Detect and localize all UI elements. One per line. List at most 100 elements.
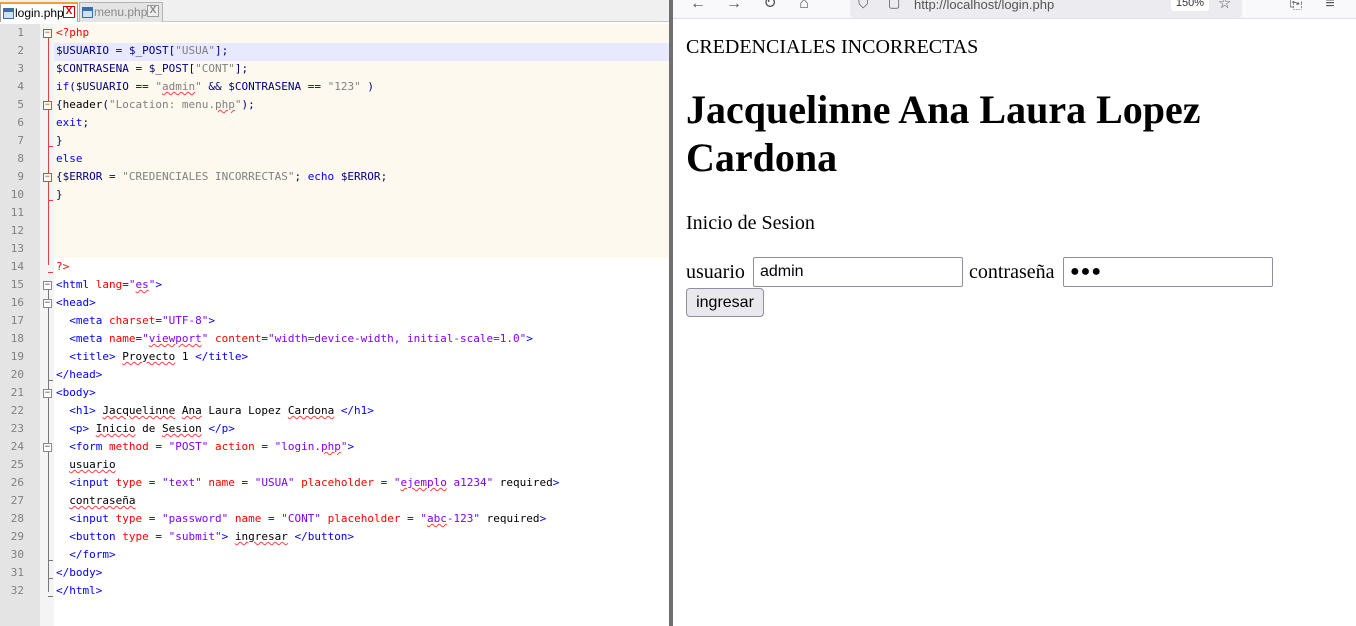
code-line[interactable]: 10} (0, 186, 669, 204)
code-token: type (115, 512, 143, 525)
code-token: ) (360, 80, 374, 93)
code-text[interactable]: $CONTRASENA = $_POST["CONT"]; (56, 60, 248, 78)
code-text[interactable]: $USUARIO = $_POST["USUA"]; (56, 42, 228, 60)
code-line[interactable]: 15 <html lang="es"> (0, 276, 669, 294)
code-text[interactable]: <meta charset="UTF-8"> (56, 312, 215, 330)
code-line[interactable]: 19 <title> Proyecto 1 </title> (0, 348, 669, 366)
code-text[interactable]: } (56, 186, 63, 204)
url-bar[interactable]: ⛉ ▢ http://localhost/login.php 150% ☆ (850, 0, 1242, 18)
code-line[interactable]: 22 <h1> Jacquelinne Ana Laura Lopez Card… (0, 402, 669, 420)
code-text[interactable]: usuario (56, 456, 115, 474)
lock-icon[interactable]: ▢ (888, 0, 900, 11)
code-line[interactable]: 2 $USUARIO = $_POST["USUA"]; (0, 42, 669, 60)
code-token: = (155, 314, 162, 327)
code-line[interactable]: 30 </form> (0, 546, 669, 564)
back-arrow-icon[interactable]: ← (687, 0, 709, 16)
code-line[interactable]: 18 <meta name="viewport" content="width=… (0, 330, 669, 348)
code-text[interactable]: <input type = "password" name = "CONT" p… (56, 510, 546, 528)
code-line[interactable]: 11 (0, 204, 669, 222)
star-icon[interactable]: ☆ (1218, 0, 1231, 12)
code-line[interactable]: 31 </body> (0, 564, 669, 582)
code-text[interactable]: <head> (56, 294, 96, 312)
menu-icon[interactable]: ≡ (1319, 0, 1341, 16)
code-line[interactable]: 24 <form method = "POST" action = "login… (0, 438, 669, 456)
code-line[interactable]: 21 <body> (0, 384, 669, 402)
code-line[interactable]: 16 <head> (0, 294, 669, 312)
submit-button[interactable]: ingresar (686, 288, 764, 317)
code-text[interactable]: if($USUARIO == "admin" && $CONTRASENA ==… (56, 78, 374, 96)
reload-icon[interactable]: ↻ (759, 0, 781, 16)
shield-icon[interactable]: ⛉ (858, 0, 869, 12)
code-line[interactable]: 29 <button type = "submit"> ingresar </b… (0, 528, 669, 546)
usuario-input[interactable]: admin (753, 257, 963, 287)
code-text[interactable]: ?> (56, 258, 69, 276)
code-text[interactable]: <html lang="es"> (56, 276, 162, 294)
tab-menu-php[interactable]: menu.php X (79, 2, 163, 22)
code-token: Inicio (95, 422, 136, 435)
code-line[interactable]: 13 (0, 240, 669, 258)
code-line[interactable]: 6 exit; (0, 114, 669, 132)
code-text[interactable]: <?php (56, 24, 89, 42)
code-text[interactable]: </form> (56, 546, 115, 564)
code-line[interactable]: 4 if($USUARIO == "admin" && $CONTRASENA =… (0, 78, 669, 96)
code-line[interactable]: 32 </html> (0, 582, 669, 600)
line-number: 1 (17, 26, 24, 39)
code-token: if (56, 80, 70, 93)
code-text[interactable]: {header("Location: menu.php"); (56, 96, 255, 114)
code-text[interactable]: <meta name="viewport" content="width=dev… (56, 330, 533, 348)
close-tab-icon[interactable]: X (63, 6, 75, 18)
code-line[interactable]: 17 <meta charset="UTF-8"> (0, 312, 669, 330)
code-text[interactable]: } (56, 132, 63, 150)
extensions-icon[interactable]: ⎘ (1285, 0, 1307, 16)
code-line[interactable]: 3 $CONTRASENA = $_POST["CONT"]; (0, 60, 669, 78)
code-token: viewport (148, 332, 202, 345)
line-number: 18 (10, 332, 24, 345)
code-text[interactable]: <input type = "text" name = "USUA" place… (56, 474, 559, 492)
code-text[interactable]: </html> (56, 582, 102, 600)
code-token: name (109, 332, 136, 345)
code-text[interactable]: </body> (56, 564, 102, 582)
code-text[interactable]: <body> (56, 384, 96, 402)
code-text[interactable]: <button type = "submit"> ingresar </butt… (56, 528, 354, 546)
code-line[interactable]: 9 {$ERROR = "CREDENCIALES INCORRECTAS"; e… (0, 168, 669, 186)
code-editor[interactable]: login.php X menu.php X − − − − − − − 1 <?… (0, 0, 669, 626)
code-line[interactable]: 20 </head> (0, 366, 669, 384)
code-line[interactable]: 27 contraseña (0, 492, 669, 510)
code-text[interactable]: contraseña (56, 492, 135, 510)
contrasena-input[interactable]: ●●● (1063, 257, 1273, 287)
code-line[interactable]: 1 <?php (0, 24, 669, 42)
code-line[interactable]: 7} (0, 132, 669, 150)
code-text[interactable]: </head> (56, 366, 102, 384)
url-text[interactable]: http://localhost/login.php (914, 0, 1054, 12)
code-text[interactable]: <p> Inicio de Sesion </p> (56, 420, 235, 438)
code-token: <meta (69, 332, 109, 345)
code-line[interactable]: 14 ?> (0, 258, 669, 276)
code-text[interactable]: <form method = "POST" action = "login.ph… (56, 438, 354, 456)
close-tab-icon[interactable]: X (147, 5, 159, 17)
forward-arrow-icon[interactable]: → (723, 0, 745, 16)
tab-login-php[interactable]: login.php X (0, 2, 78, 22)
code-line[interactable]: 23 <p> Inicio de Sesion </p> (0, 420, 669, 438)
zoom-level[interactable]: 150% (1171, 0, 1209, 11)
code-line[interactable]: 26 <input type = "text" name = "USUA" pl… (0, 474, 669, 492)
code-text[interactable]: {$ERROR = "CREDENCIALES INCORRECTAS"; ec… (56, 168, 387, 186)
code-token: ingresar (234, 530, 288, 543)
code-token: "text" (161, 476, 202, 489)
code-line[interactable]: 5 {header("Location: menu.php"); (0, 96, 669, 114)
code-text[interactable]: exit; (56, 114, 89, 132)
code-token: = (261, 332, 268, 345)
code-text[interactable]: <h1> Jacquelinne Ana Laura Lopez Cardona… (56, 402, 374, 420)
code-text[interactable]: <title> Proyecto 1 </title> (56, 348, 248, 366)
home-icon[interactable]: ⌂ (793, 0, 815, 16)
code-token: == (128, 80, 156, 93)
code-line[interactable]: 25 usuario (0, 456, 669, 474)
code-line[interactable]: 28 <input type = "password" name = "CONT… (0, 510, 669, 528)
code-line[interactable]: 8 else (0, 150, 669, 168)
code-text[interactable]: else (56, 150, 83, 168)
code-line[interactable]: 12 (0, 222, 669, 240)
